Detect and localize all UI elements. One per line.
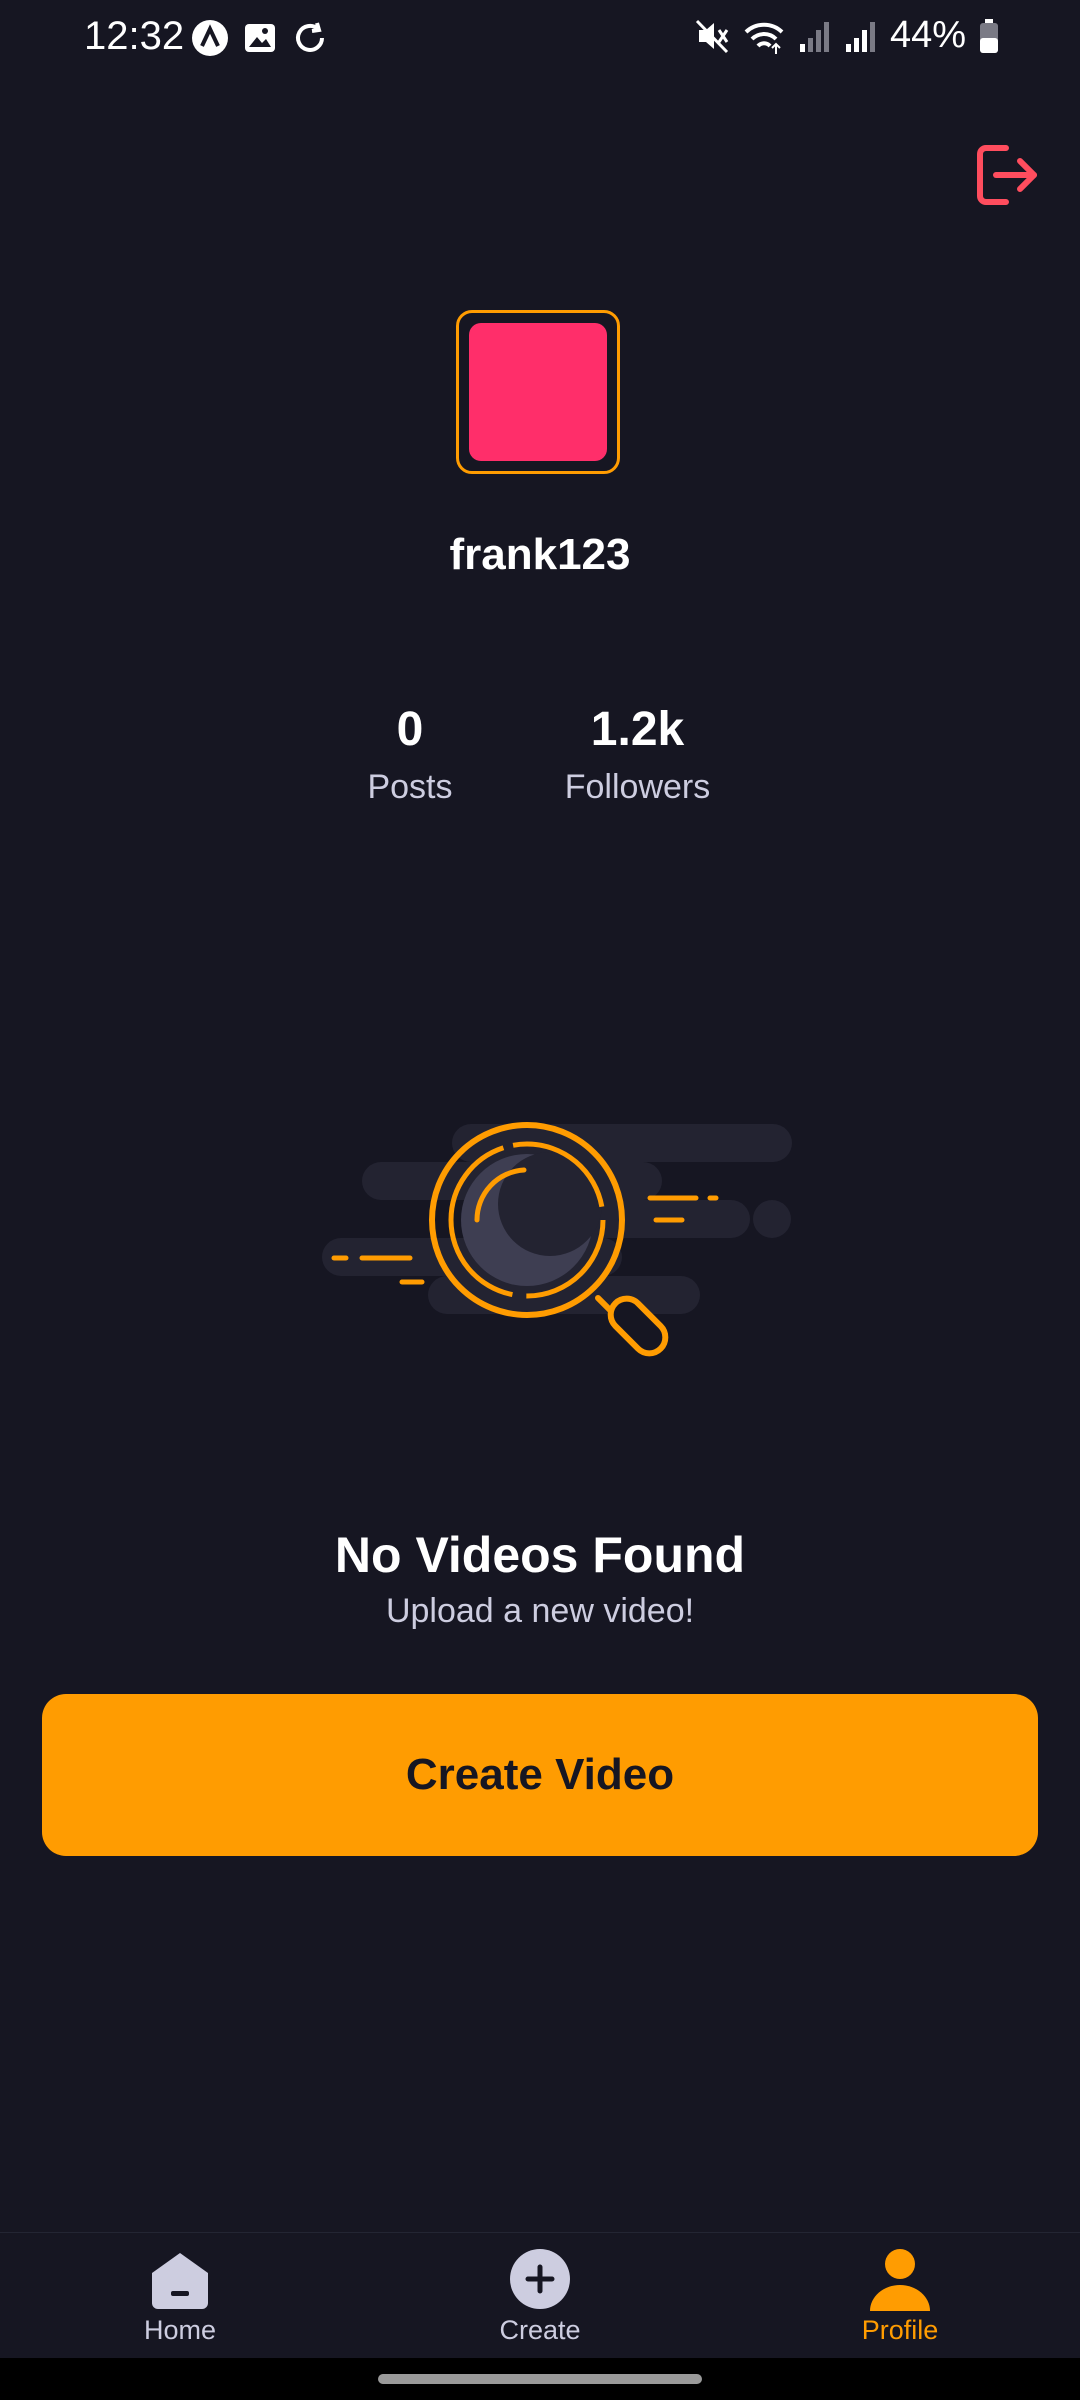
avatar-image: [469, 323, 607, 461]
battery-icon: [980, 18, 998, 53]
status-system-icons: 44%: [694, 14, 1000, 57]
empty-state-illustration: [310, 1110, 800, 1380]
username: frank123: [449, 530, 631, 579]
status-notification-icons: [190, 18, 330, 58]
home-icon: [152, 2253, 208, 2309]
nav-item-home[interactable]: Home: [80, 2247, 280, 2346]
status-time: 12:32: [84, 14, 185, 58]
empty-state-subtitle: Upload a new video!: [385, 1592, 695, 1630]
gesture-bar-area: [0, 2358, 1080, 2400]
nav-label-profile: Profile: [861, 2315, 939, 2345]
status-bar: 12:32 44%: [0, 0, 1080, 80]
avatar[interactable]: [456, 310, 620, 474]
stat-followers-label: Followers: [564, 768, 711, 806]
app-notification-icon: [192, 20, 228, 56]
logout-icon: [977, 145, 1037, 205]
stat-followers: 1.2k Followers: [540, 698, 735, 812]
stat-posts: 0 Posts: [340, 698, 480, 812]
mute-icon: [695, 19, 729, 53]
nav-item-create[interactable]: Create: [440, 2247, 640, 2346]
nav-label-create: Create: [499, 2315, 581, 2345]
sync-icon: [296, 22, 324, 52]
create-video-button[interactable]: Create Video: [42, 1694, 1038, 1856]
plus-icon: [510, 2249, 570, 2309]
bottom-navigation: Home Create Profile: [0, 2232, 1080, 2359]
stat-followers-value: 1.2k: [590, 703, 685, 756]
nav-item-profile[interactable]: Profile: [800, 2247, 1000, 2346]
logout-button[interactable]: [972, 140, 1042, 210]
gallery-icon: [245, 24, 275, 52]
battery-percentage: 44%: [889, 14, 966, 56]
profile-icon: [870, 2249, 930, 2311]
nav-label-home: Home: [143, 2315, 217, 2345]
signal-icon-2: [845, 21, 875, 52]
home-gesture-handle[interactable]: [378, 2374, 702, 2384]
magnifying-glass-icon: [322, 1122, 792, 1357]
stat-posts-label: Posts: [367, 768, 453, 806]
empty-state-title: No Videos Found: [334, 1527, 746, 1583]
wifi-icon: [744, 22, 784, 54]
stat-posts-value: 0: [396, 703, 424, 756]
signal-icon-1: [799, 21, 829, 52]
